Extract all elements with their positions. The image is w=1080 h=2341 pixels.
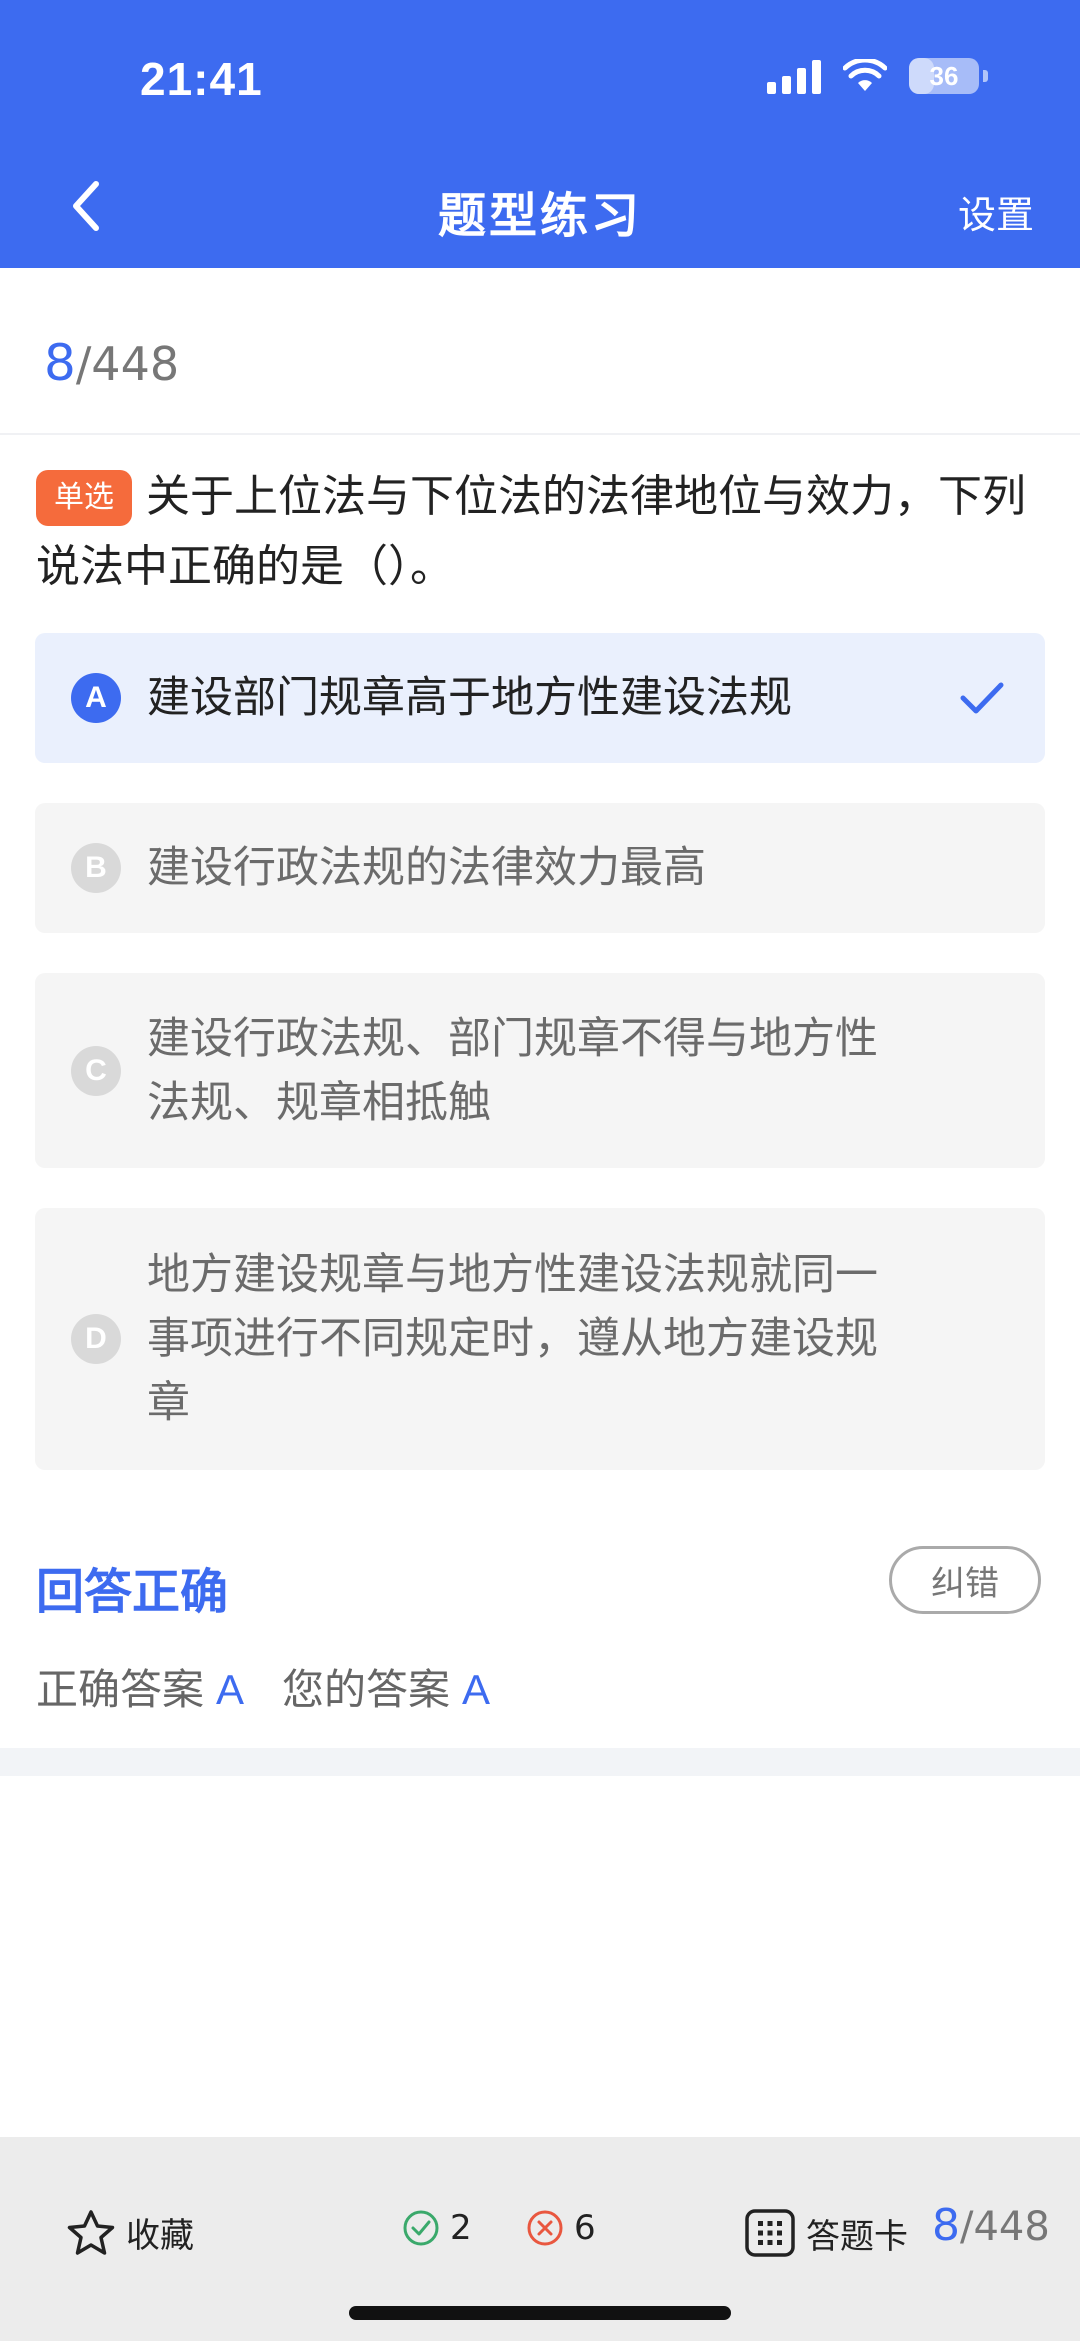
correct-count-value: 2 (450, 2208, 472, 2248)
option-letter: D (71, 1314, 121, 1364)
grid-icon (745, 2209, 795, 2257)
favorite-label: 收藏 (126, 2216, 194, 2256)
cross-circle-icon (527, 2210, 563, 2246)
question-stem: 单选 关于上位法与下位法的法律地位与效力，下列说法中正确的是（）。 (36, 462, 1046, 602)
option-text: 建设部门规章高于地方性建设法规 (147, 673, 792, 723)
option-d[interactable]: D 地方建设规章与地方性建设法规就同一事项进行不同规定时，遵从地方建设规章 (35, 1208, 1045, 1470)
bottom-progress-total: /448 (960, 2204, 1050, 2250)
battery-level: 36 (929, 60, 959, 91)
your-answer-value: A (462, 1666, 491, 1713)
app-header: 21:41 36 题型练习 设置 (0, 0, 1080, 268)
option-c[interactable]: C 建设行政法规、部门规章不得与地方性法规、规章相抵触 (35, 973, 1045, 1168)
divider (0, 433, 1080, 435)
wrong-count-value: 6 (574, 2208, 596, 2248)
answer-card-label: 答题卡 (806, 2216, 908, 2257)
question-text: 关于上位法与下位法的法律地位与效力，下列说法中正确的是（）。 (36, 471, 1026, 592)
your-answer-label: 您的答案 (282, 1665, 451, 1714)
option-letter: A (71, 673, 121, 723)
option-text: 地方建设规章与地方性建设法规就同一事项进行不同规定时，遵从地方建设规章 (147, 1250, 878, 1428)
correct-answer-label: 正确答案 (36, 1665, 205, 1714)
question-type-badge: 单选 (36, 470, 132, 526)
option-a[interactable]: A 建设部门规章高于地方性建设法规 (35, 633, 1045, 763)
option-text: 建设行政法规的法律效力最高 (147, 843, 706, 893)
result-title: 回答正确 (36, 1564, 229, 1620)
wifi-icon (843, 59, 887, 91)
status-time: 21:41 (140, 53, 263, 105)
status-icons: 36 (767, 58, 988, 94)
wrong-count: 6 (526, 2208, 596, 2248)
report-error-button[interactable]: 纠错 (889, 1546, 1041, 1614)
correct-count: 2 (402, 2208, 472, 2248)
answer-card-button[interactable]: 答题卡 (744, 2208, 908, 2258)
progress-total: /448 (75, 337, 180, 391)
home-indicator[interactable] (349, 2306, 731, 2320)
check-icon (960, 682, 1004, 714)
settings-button[interactable]: 设置 (958, 184, 1034, 239)
question-progress: 8/448 (44, 334, 179, 392)
progress-current: 8 (44, 334, 76, 392)
answer-summary: 正确答案 A 您的答案 A (36, 1656, 528, 1717)
option-b[interactable]: B 建设行政法规的法律效力最高 (35, 803, 1045, 933)
favorite-button[interactable]: 收藏 (66, 2208, 194, 2257)
bottom-progress-current: 8 (932, 2200, 960, 2251)
star-icon (67, 2209, 115, 2255)
section-separator (0, 1748, 1080, 1776)
option-letter: B (71, 843, 121, 893)
option-text: 建设行政法规、部门规章不得与地方性法规、规章相抵触 (147, 1013, 878, 1128)
option-letter: C (71, 1045, 121, 1096)
battery-cap (983, 70, 988, 82)
check-circle-icon (403, 2210, 439, 2246)
bottom-progress: 8/448 (932, 2200, 1050, 2251)
page-title: 题型练习 (437, 188, 642, 244)
cellular-signal-icon (767, 58, 821, 94)
correct-answer-value: A (216, 1666, 245, 1713)
battery-icon: 36 (909, 58, 979, 94)
